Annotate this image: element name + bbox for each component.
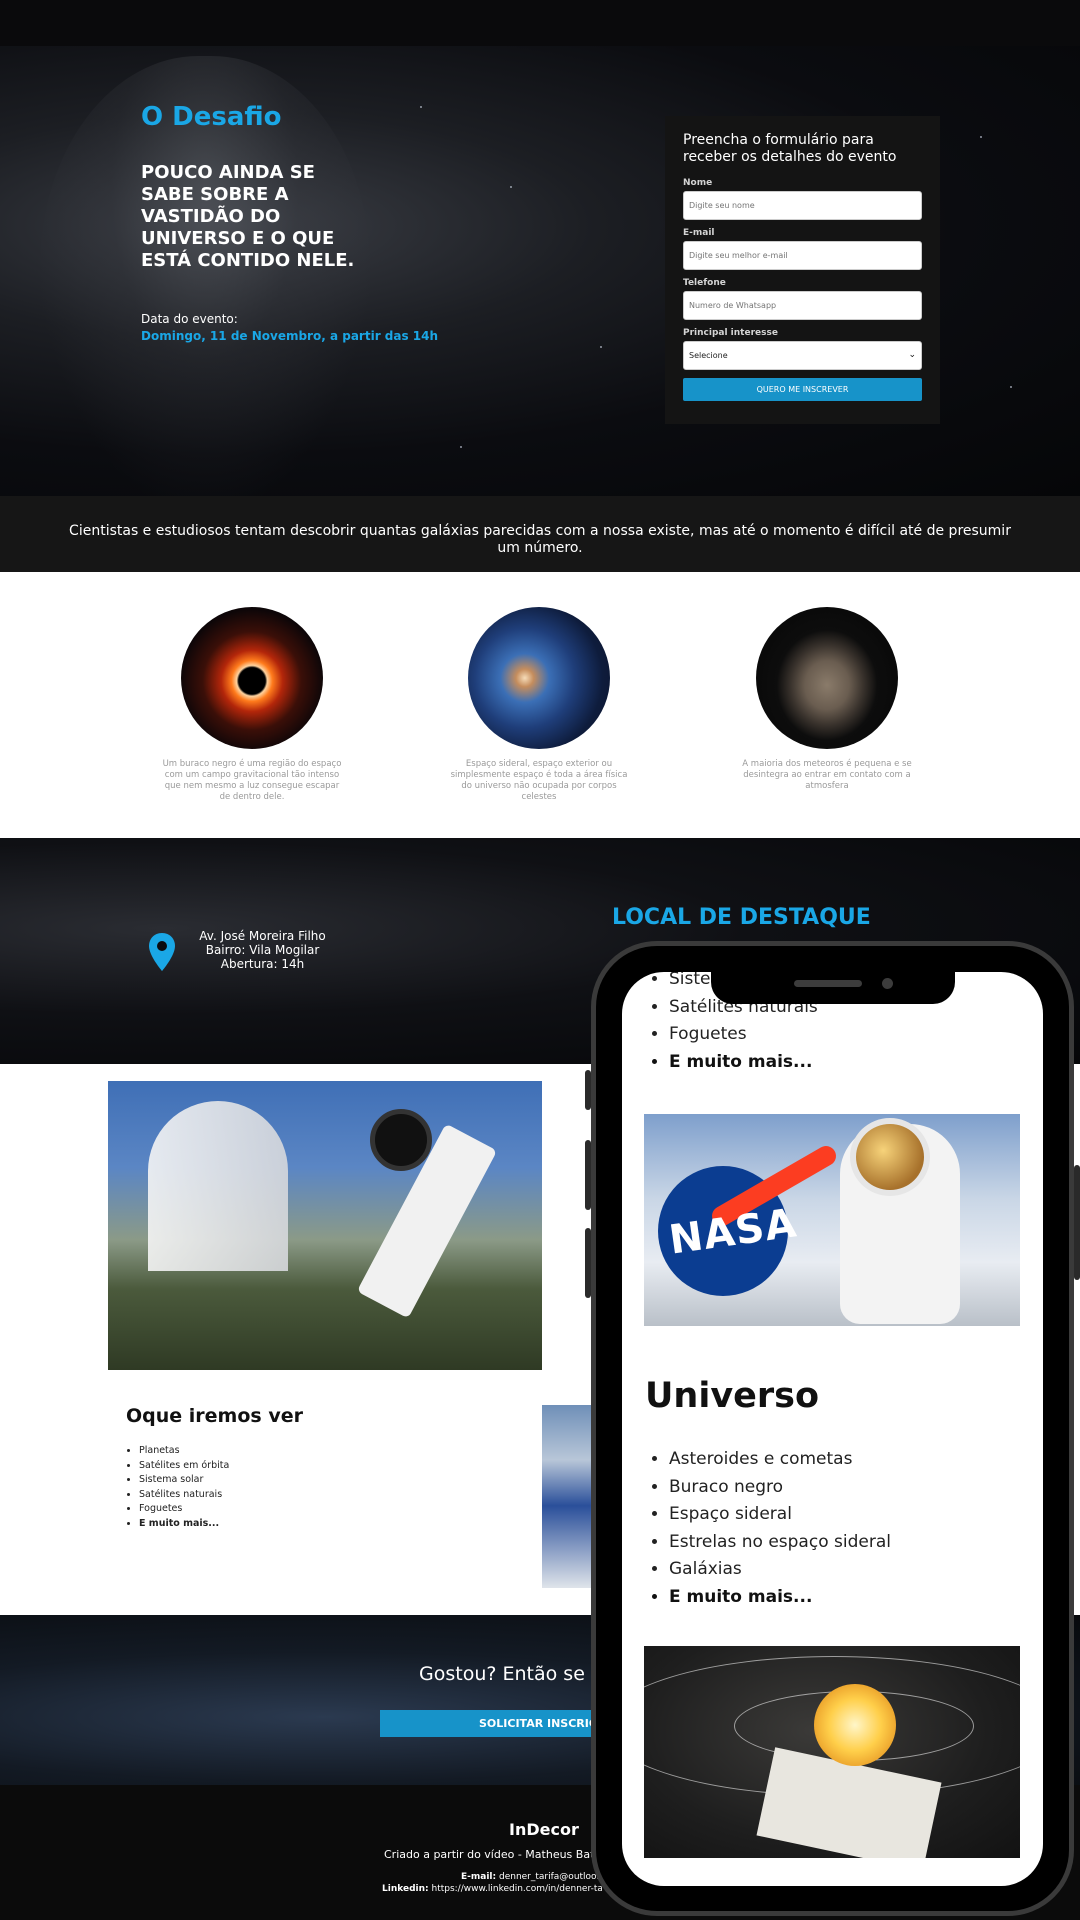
see-title: Oque iremos ver <box>126 1405 303 1427</box>
phone-mockup: Sistem Satélites naturais Foguetes E mui… <box>591 941 1074 1916</box>
card-meteors: A maioria dos meteoros é pequena e se de… <box>737 607 917 792</box>
speaker-grille <box>794 980 862 987</box>
list-item: Asteroides e cometas <box>669 1446 891 1474</box>
footer-brand: InDecor <box>509 1820 579 1839</box>
address-street: Av. José Moreira Filho <box>199 929 326 943</box>
star <box>1010 386 1012 388</box>
list-item: E muito mais... <box>669 1584 891 1612</box>
submit-button[interactable]: QUERO ME INSCREVER <box>683 378 922 401</box>
see-list: Planetas Satélites em órbita Sistema sol… <box>139 1444 229 1531</box>
location-title: LOCAL DE DESTAQUE <box>612 905 871 930</box>
map-pin-icon <box>149 933 175 971</box>
list-item: Satélites naturais <box>139 1488 229 1503</box>
footer-linkedin: Linkedin: https://www.linkedin.com/in/de… <box>382 1884 602 1894</box>
email-link[interactable]: denner_tarifa@outlool <box>499 1872 599 1882</box>
email-label: E-mail <box>683 228 715 238</box>
event-date-label: Data do evento: <box>141 312 238 326</box>
list-item: Galáxias <box>669 1556 891 1584</box>
telescope-image <box>108 1081 542 1370</box>
cta-text: Gostou? Então se i <box>419 1663 597 1685</box>
front-camera <box>882 978 893 989</box>
star <box>600 346 602 348</box>
name-field[interactable] <box>683 191 922 220</box>
list-item: Estrelas no espaço sideral <box>669 1529 891 1557</box>
topics-section: Um buraco negro é uma região do espaço c… <box>0 572 1080 838</box>
star <box>980 136 982 138</box>
list-item: Sistema solar <box>139 1473 229 1488</box>
card-outer-space: Espaço sideral, espaço exterior ou simpl… <box>449 607 629 803</box>
list-item: Espaço sideral <box>669 1501 891 1529</box>
name-label: Nome <box>683 178 713 188</box>
black-hole-image <box>181 607 323 749</box>
interest-select[interactable]: Selecione ⌄ <box>683 341 922 370</box>
email-label: E-mail: <box>461 1872 497 1882</box>
signup-form: Preencha o formulário para receber os de… <box>665 116 940 424</box>
list-item: E muito mais... <box>669 1049 818 1077</box>
email-field[interactable] <box>683 241 922 270</box>
star <box>510 186 512 188</box>
footer-email: E-mail: denner_tarifa@outlool <box>461 1872 602 1882</box>
info-banner-text: Cientistas e estudiosos tentam descobrir… <box>69 523 1011 556</box>
linkedin-link[interactable]: https://www.linkedin.com/in/denner-ta <box>431 1884 602 1894</box>
form-title: Preencha o formulário para receber os de… <box>683 132 897 165</box>
interest-label: Principal interesse <box>683 328 778 338</box>
universe-heading: Universo <box>645 1376 820 1416</box>
phone-label: Telefone <box>683 278 726 288</box>
hero-headline: POUCO AINDA SE SABE SOBRE A VASTIDÃO DO … <box>141 162 355 271</box>
list-item: Foguetes <box>139 1502 229 1517</box>
phone-power-button <box>1074 1165 1080 1280</box>
card-text: Um buraco negro é uma região do espaço c… <box>162 759 342 802</box>
list-item: Buraco negro <box>669 1474 891 1502</box>
telescope-lens <box>370 1109 432 1171</box>
galaxy-image <box>468 607 610 749</box>
info-banner: Cientistas e estudiosos tentam descobrir… <box>0 496 1080 572</box>
list-item: Satélites em órbita <box>139 1459 229 1474</box>
linkedin-label: Linkedin: <box>382 1884 429 1894</box>
footer-credit: Criado a partir do vídeo - Matheus Bat <box>384 1848 595 1861</box>
phone-field[interactable] <box>683 291 922 320</box>
hero-title: O Desafio <box>141 102 282 132</box>
list-item: E muito mais... <box>139 1517 229 1532</box>
list-item: Foguetes <box>669 1021 818 1049</box>
interest-selected-value: Selecione <box>689 351 728 360</box>
sun-model <box>814 1684 896 1766</box>
phone-screen[interactable]: Sistem Satélites naturais Foguetes E mui… <box>622 972 1043 1886</box>
card-text: A maioria dos meteoros é pequena e se de… <box>742 759 912 791</box>
card-black-hole: Um buraco negro é uma região do espaço c… <box>162 607 342 803</box>
observatory-dome <box>148 1101 288 1271</box>
chevron-down-icon: ⌄ <box>908 350 916 360</box>
star <box>420 106 422 108</box>
opening-time: Abertura: 14h <box>220 957 305 971</box>
address-neighborhood: Bairro: Vila Mogilar <box>205 943 320 957</box>
star <box>460 446 462 448</box>
request-signup-button[interactable]: SOLICITAR INSCRIÇ <box>380 1710 602 1737</box>
phone-notch <box>711 972 955 1004</box>
universe-list: Asteroides e cometas Buraco negro Espaço… <box>669 1446 891 1611</box>
top-bar <box>0 0 1080 46</box>
card-text: Espaço sideral, espaço exterior ou simpl… <box>450 759 628 802</box>
list-item: Planetas <box>139 1444 229 1459</box>
event-address: Av. José Moreira Filho Bairro: Vila Mogi… <box>195 929 330 971</box>
astronaut-helmet <box>850 1118 930 1196</box>
event-date-value: Domingo, 11 de Novembro, a partir das 14… <box>141 329 439 343</box>
nasa-astronaut-image: NASA <box>644 1114 1020 1326</box>
asteroid-image <box>756 607 898 749</box>
solar-system-image <box>644 1646 1020 1858</box>
